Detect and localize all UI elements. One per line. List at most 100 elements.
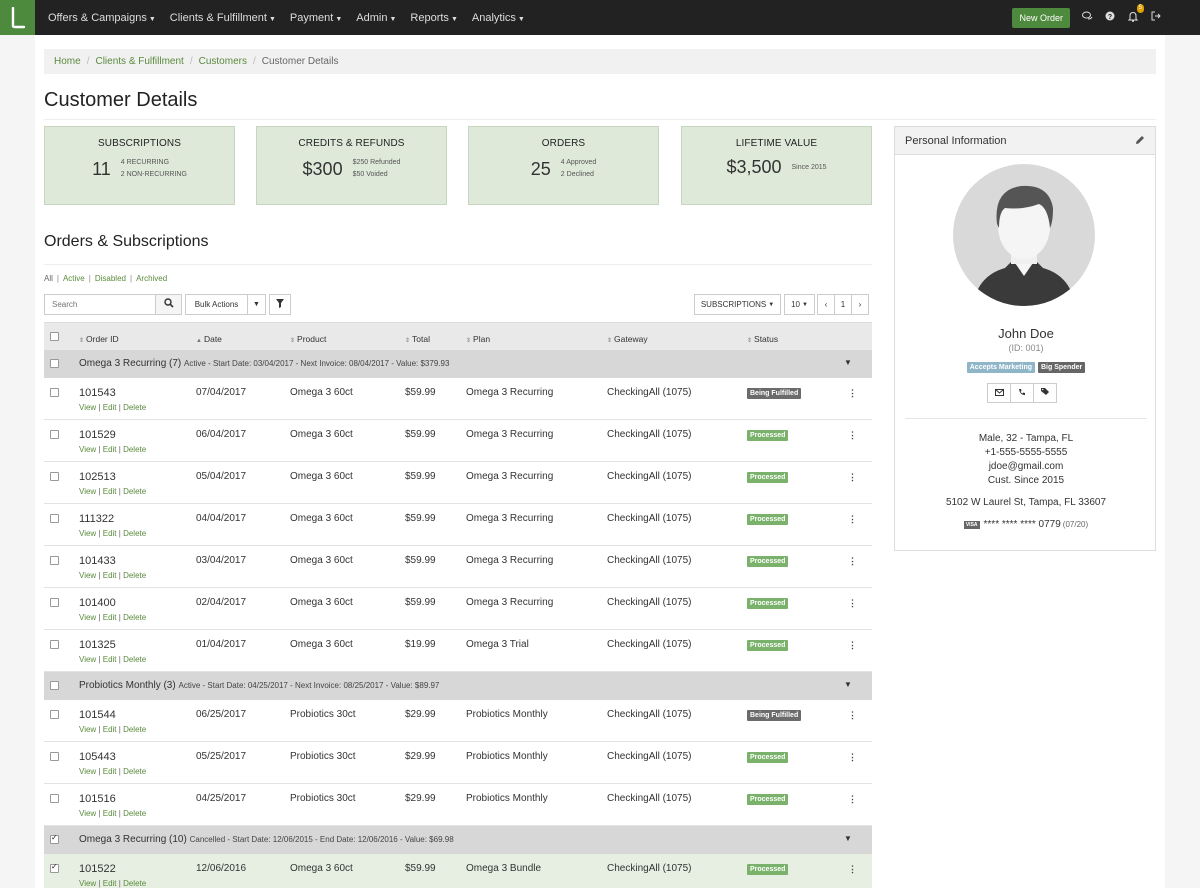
filter-active[interactable]: Active	[63, 274, 85, 283]
delete-link[interactable]: Delete	[123, 487, 146, 496]
row-menu-kebab-icon[interactable]: ⋮	[848, 556, 857, 567]
edit-link[interactable]: Edit	[103, 403, 117, 412]
view-link[interactable]: View	[79, 529, 96, 538]
collapse-caret-icon[interactable]: ▼	[844, 358, 852, 367]
filter-archived[interactable]: Archived	[136, 274, 167, 283]
view-link[interactable]: View	[79, 487, 96, 496]
row-checkbox[interactable]	[50, 556, 59, 565]
filter-disabled[interactable]: Disabled	[95, 274, 126, 283]
view-link[interactable]: View	[79, 571, 96, 580]
row-menu-kebab-icon[interactable]: ⋮	[848, 640, 857, 651]
row-checkbox[interactable]	[50, 862, 59, 873]
row-checkbox[interactable]	[50, 388, 59, 397]
select-all-checkbox[interactable]	[50, 332, 59, 341]
app-logo[interactable]	[0, 0, 35, 35]
next-page-button[interactable]: ›	[851, 294, 869, 315]
collapse-caret-icon[interactable]: ▼	[844, 680, 852, 689]
cell-order-id[interactable]: 101543	[79, 387, 116, 399]
edit-link[interactable]: Edit	[103, 809, 117, 818]
collapse-caret-icon[interactable]: ▼	[844, 834, 852, 843]
row-menu-kebab-icon[interactable]: ⋮	[848, 710, 857, 721]
delete-link[interactable]: Delete	[123, 655, 146, 664]
menu-item[interactable]: Admin ▼	[349, 12, 403, 24]
delete-link[interactable]: Delete	[123, 445, 146, 454]
delete-link[interactable]: Delete	[123, 529, 146, 538]
edit-link[interactable]: Edit	[103, 767, 117, 776]
new-order-button[interactable]: New Order	[1012, 7, 1070, 28]
row-menu-kebab-icon[interactable]: ⋮	[848, 794, 857, 805]
row-menu-kebab-icon[interactable]: ⋮	[848, 864, 857, 875]
cell-order-id[interactable]: 101544	[79, 709, 116, 721]
menu-item[interactable]: Offers & Campaigns ▼	[41, 12, 163, 24]
view-link[interactable]: View	[79, 767, 96, 776]
delete-link[interactable]: Delete	[123, 879, 146, 888]
delete-link[interactable]: Delete	[123, 613, 146, 622]
bulk-actions-button[interactable]: Bulk Actions	[185, 294, 248, 315]
filter-all[interactable]: All	[44, 274, 53, 283]
help-icon[interactable]: ?	[1104, 11, 1116, 24]
edit-link[interactable]: Edit	[103, 571, 117, 580]
view-link[interactable]: View	[79, 655, 96, 664]
tags-button[interactable]	[1033, 383, 1057, 403]
row-checkbox[interactable]	[50, 710, 59, 719]
bulk-actions-dropdown[interactable]: ▼	[247, 294, 266, 315]
view-link[interactable]: View	[79, 879, 96, 888]
row-checkbox[interactable]	[50, 430, 59, 439]
column-header-gateway[interactable]: ⇕ Gateway	[607, 334, 648, 344]
edit-link[interactable]: Edit	[103, 879, 117, 888]
menu-item[interactable]: Clients & Fulfillment ▼	[163, 12, 283, 24]
subscription-group-row[interactable]: Omega 3 Recurring (10) Cancelled - Start…	[44, 826, 872, 854]
view-link[interactable]: View	[79, 725, 96, 734]
row-menu-kebab-icon[interactable]: ⋮	[848, 598, 857, 609]
view-link[interactable]: View	[79, 445, 96, 454]
edit-link[interactable]: Edit	[103, 725, 117, 734]
column-header-product[interactable]: ⇕ Product	[290, 334, 326, 344]
view-link[interactable]: View	[79, 613, 96, 622]
edit-link[interactable]: Edit	[103, 445, 117, 454]
row-menu-kebab-icon[interactable]: ⋮	[848, 514, 857, 525]
search-input[interactable]	[44, 294, 156, 315]
row-menu-kebab-icon[interactable]: ⋮	[848, 388, 857, 399]
page-number[interactable]: 1	[834, 294, 852, 315]
menu-item[interactable]: Reports ▼	[403, 12, 464, 24]
delete-link[interactable]: Delete	[123, 571, 146, 580]
delete-link[interactable]: Delete	[123, 767, 146, 776]
view-link[interactable]: View	[79, 403, 96, 412]
subscription-group-row[interactable]: Probiotics Monthly (3) Active - Start Da…	[44, 672, 872, 700]
search-button[interactable]	[155, 294, 182, 315]
breadcrumb-clients[interactable]: Clients & Fulfillment	[95, 56, 183, 67]
cell-order-id[interactable]: 101529	[79, 429, 116, 441]
group-checkbox[interactable]	[50, 833, 59, 844]
email-button[interactable]	[987, 383, 1011, 403]
delete-link[interactable]: Delete	[123, 809, 146, 818]
row-checkbox[interactable]	[50, 752, 59, 761]
row-menu-kebab-icon[interactable]: ⋮	[848, 752, 857, 763]
edit-link[interactable]: Edit	[103, 529, 117, 538]
row-menu-kebab-icon[interactable]: ⋮	[848, 430, 857, 441]
row-checkbox[interactable]	[50, 472, 59, 481]
logout-icon[interactable]	[1150, 11, 1162, 24]
subscriptions-dropdown[interactable]: SUBSCRIPTIONS ▼	[694, 294, 781, 315]
cell-order-id[interactable]: 101400	[79, 597, 116, 609]
breadcrumb-customers[interactable]: Customers	[199, 56, 247, 67]
column-header-total[interactable]: ⇕ Total	[405, 334, 430, 344]
view-link[interactable]: View	[79, 809, 96, 818]
row-checkbox[interactable]	[50, 640, 59, 649]
column-header-order-id[interactable]: ⇕ Order ID	[79, 334, 119, 344]
cell-order-id[interactable]: 105443	[79, 751, 116, 763]
row-menu-kebab-icon[interactable]: ⋮	[848, 472, 857, 483]
prev-page-button[interactable]: ‹	[817, 294, 835, 315]
group-checkbox[interactable]	[50, 359, 59, 368]
notifications-bell-icon[interactable]: 5	[1127, 3, 1144, 25]
group-checkbox[interactable]	[50, 681, 59, 690]
edit-link[interactable]: Edit	[103, 613, 117, 622]
edit-pencil-icon[interactable]	[1135, 135, 1145, 148]
cell-order-id[interactable]: 101516	[79, 793, 116, 805]
breadcrumb-home[interactable]: Home	[54, 56, 81, 67]
delete-link[interactable]: Delete	[123, 403, 146, 412]
cell-order-id[interactable]: 102513	[79, 471, 116, 483]
menu-item[interactable]: Analytics ▼	[465, 12, 532, 24]
edit-link[interactable]: Edit	[103, 487, 117, 496]
row-checkbox[interactable]	[50, 598, 59, 607]
edit-link[interactable]: Edit	[103, 655, 117, 664]
